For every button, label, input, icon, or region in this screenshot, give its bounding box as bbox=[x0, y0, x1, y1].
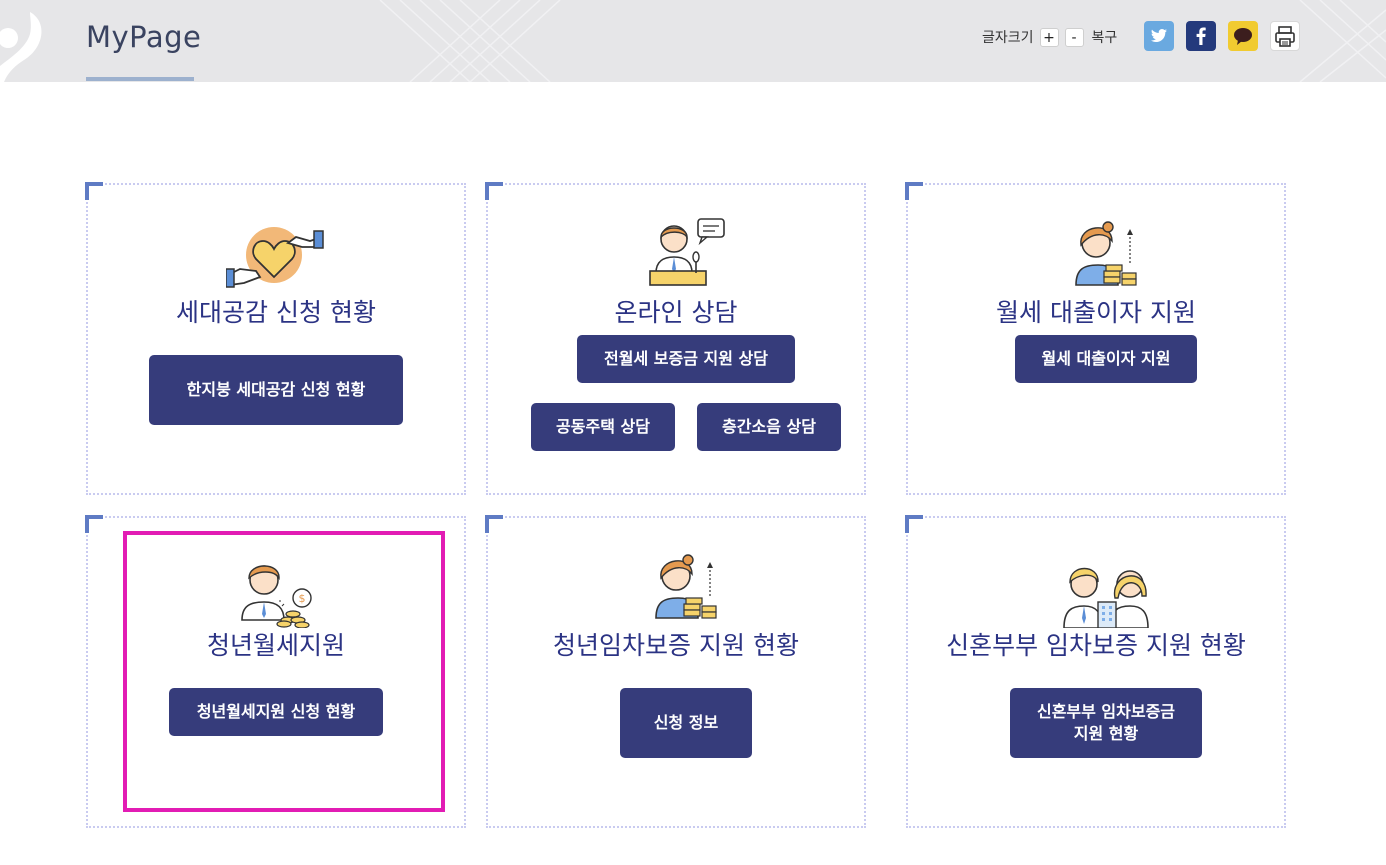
header-bar: MyPage 글자크기 + - 복구 bbox=[0, 0, 1386, 82]
card-corner-accent bbox=[905, 515, 923, 533]
card-corner-accent bbox=[485, 182, 503, 200]
facebook-icon[interactable] bbox=[1186, 21, 1216, 51]
logo-mark-icon bbox=[0, 12, 42, 82]
card-corner-accent bbox=[905, 182, 923, 200]
newlywed-lease-status-button[interactable]: 신혼부부 임차보증금 지원 현황 bbox=[1010, 688, 1202, 758]
application-info-button[interactable]: 신청 정보 bbox=[620, 688, 752, 758]
font-size-label: 글자크기 bbox=[982, 30, 1034, 46]
card-corner-accent bbox=[485, 515, 503, 533]
card-title: 신혼부부 임차보증 지원 현황 bbox=[946, 631, 1246, 660]
card-corner-accent bbox=[85, 182, 103, 200]
woman-coins-icon bbox=[1075, 221, 1137, 286]
card-generation-empathy: 세대공감 신청 현황 한지붕 세대공감 신청 현황 bbox=[85, 182, 466, 495]
card-title: 세대공감 신청 현황 bbox=[176, 298, 376, 327]
card-online-consult: 온라인 상담 전월세 보증금 지원 상담 공동주택 상담 층간소음 상담 bbox=[485, 182, 866, 495]
apartment-consult-button[interactable]: 공동주택 상담 bbox=[531, 403, 675, 451]
noise-consult-button[interactable]: 층간소음 상담 bbox=[697, 403, 841, 451]
card-rent-loan-interest: 월세 대출이자 지원 월세 대출이자 지원 bbox=[905, 182, 1286, 495]
deposit-support-consult-button[interactable]: 전월세 보증금 지원 상담 bbox=[577, 335, 795, 383]
rent-loan-interest-button[interactable]: 월세 대출이자 지원 bbox=[1015, 335, 1197, 383]
print-icon[interactable] bbox=[1270, 21, 1300, 51]
kakaotalk-icon[interactable] bbox=[1228, 21, 1258, 51]
twitter-icon[interactable] bbox=[1144, 21, 1174, 51]
woman-coins-icon bbox=[655, 554, 717, 619]
selection-highlight-box bbox=[123, 531, 445, 812]
font-size-controls: 글자크기 + - 복구 bbox=[982, 22, 1117, 52]
card-newlywed-lease-guarantee: 신혼부부 임차보증 지원 현황 신혼부부 임차보증금 지원 현황 bbox=[905, 515, 1286, 828]
couple-icon bbox=[1063, 567, 1149, 628]
card-title: 월세 대출이자 지원 bbox=[996, 298, 1196, 327]
card-youth-lease-guarantee: 청년임차보증 지원 현황 신청 정보 bbox=[485, 515, 866, 828]
header-pattern bbox=[379, 0, 1386, 82]
page-title: MyPage bbox=[86, 20, 202, 54]
font-decrease-button[interactable]: - bbox=[1064, 27, 1084, 47]
font-increase-button[interactable]: + bbox=[1039, 27, 1059, 47]
generation-empathy-status-button[interactable]: 한지붕 세대공감 신청 현황 bbox=[149, 355, 403, 425]
card-title: 온라인 상담 bbox=[614, 298, 738, 327]
font-restore-button[interactable]: 복구 bbox=[1092, 27, 1118, 47]
card-title: 청년임차보증 지원 현황 bbox=[553, 631, 799, 660]
heart-handshake-icon bbox=[226, 227, 324, 288]
title-underline bbox=[86, 77, 194, 81]
card-corner-accent bbox=[85, 515, 103, 533]
consultant-icon bbox=[649, 218, 725, 286]
